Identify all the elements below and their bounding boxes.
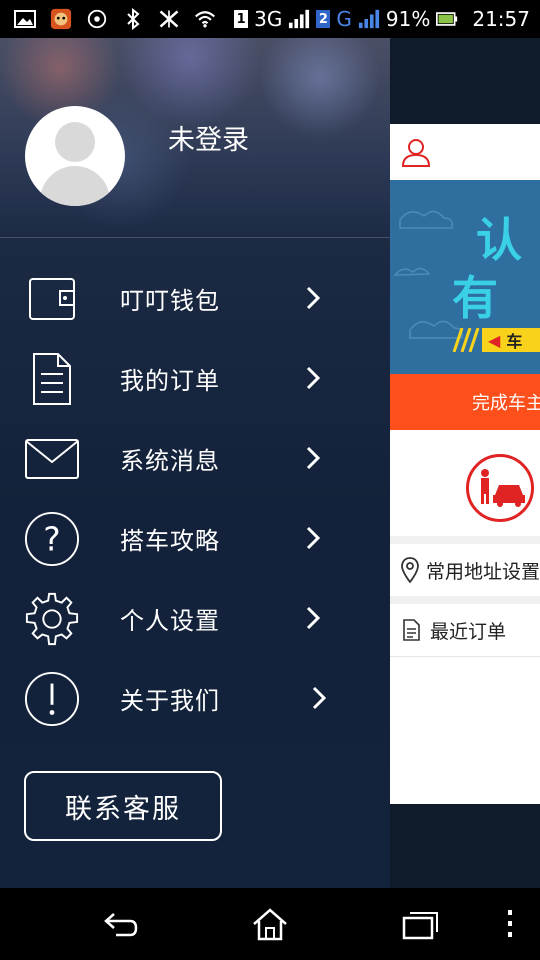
chevron-right-icon bbox=[306, 366, 321, 390]
user-icon[interactable] bbox=[400, 136, 432, 168]
info-exclamation-icon bbox=[24, 671, 80, 727]
back-icon[interactable] bbox=[100, 906, 140, 942]
menu-item-wallet[interactable]: 叮叮钱包 bbox=[0, 263, 390, 333]
battery-percent: 91% bbox=[385, 7, 431, 31]
camera-icon bbox=[86, 8, 108, 30]
help-question-icon: ? bbox=[24, 511, 80, 567]
panel-header bbox=[390, 124, 540, 180]
navigation-drawer: 未登录 叮叮钱包 我的订单 系统消息 ? 搭车攻略 个人设置 关于我们 联系客服 bbox=[0, 38, 390, 888]
signal-icon bbox=[288, 8, 310, 30]
login-status[interactable]: 未登录 bbox=[168, 118, 249, 157]
chevron-right-icon bbox=[306, 286, 321, 310]
chevron-right-icon bbox=[312, 686, 327, 710]
complete-owner-bar[interactable]: 完成车主 bbox=[390, 374, 540, 430]
bluetooth-icon bbox=[122, 8, 144, 30]
banner-strip-text: 车 bbox=[506, 332, 523, 351]
home-icon[interactable] bbox=[250, 906, 290, 942]
menu-item-about[interactable]: 关于我们 bbox=[0, 663, 390, 733]
gear-icon bbox=[24, 591, 80, 647]
divider bbox=[390, 596, 540, 604]
signal-icon bbox=[358, 8, 380, 30]
row-label: 最近订单 bbox=[430, 620, 507, 643]
menu-item-settings[interactable]: 个人设置 bbox=[0, 583, 390, 653]
menu-label: 我的订单 bbox=[120, 366, 220, 395]
avatar-head bbox=[55, 122, 95, 162]
battery-icon bbox=[436, 8, 458, 30]
network-type-1: 3G bbox=[254, 7, 283, 31]
promo-banner[interactable]: 认 有 ◀ 车 bbox=[390, 180, 540, 374]
menu-item-messages[interactable]: 系统消息 bbox=[0, 423, 390, 493]
game-icon bbox=[50, 8, 72, 30]
banner-text-1: 认 bbox=[476, 213, 522, 267]
menu-label: 搭车攻略 bbox=[120, 526, 220, 555]
location-pin-icon bbox=[401, 557, 419, 584]
sim2-badge: 2 bbox=[316, 10, 331, 28]
svg-text:?: ? bbox=[43, 521, 60, 559]
main-content-peek: 认 有 ◀ 车 完成车主 常用地址设置 最近订单 bbox=[390, 124, 540, 804]
divider bbox=[0, 237, 390, 238]
gallery-icon bbox=[14, 8, 36, 30]
document-icon bbox=[403, 619, 420, 641]
menu-label: 系统消息 bbox=[120, 446, 220, 475]
data-off-icon bbox=[158, 8, 180, 30]
wallet-icon bbox=[24, 271, 80, 327]
mail-icon bbox=[24, 431, 80, 487]
sim1-badge: 1 bbox=[234, 10, 249, 28]
chevron-right-icon bbox=[306, 606, 321, 630]
recent-apps-icon[interactable] bbox=[400, 906, 440, 942]
speaker-icon: ◀ bbox=[488, 330, 501, 350]
row-label: 常用地址设置 bbox=[425, 560, 540, 583]
chevron-right-icon bbox=[306, 526, 321, 550]
recent-orders-row[interactable]: 最近订单 bbox=[390, 604, 540, 657]
banner-strip: ◀ 车 bbox=[482, 328, 540, 352]
divider bbox=[390, 536, 540, 544]
contact-support-button[interactable]: 联系客服 bbox=[24, 771, 222, 841]
person-car-icon bbox=[481, 469, 525, 507]
avatar-body bbox=[40, 166, 110, 206]
menu-item-orders[interactable]: 我的订单 bbox=[0, 343, 390, 413]
order-document-icon bbox=[24, 351, 80, 407]
ride-circle-button[interactable] bbox=[466, 454, 534, 522]
network-type-2: G bbox=[336, 7, 352, 31]
status-bar: 1 3G 2 G 91% 21:57 bbox=[0, 0, 540, 38]
avatar[interactable] bbox=[25, 106, 125, 206]
overflow-menu-icon[interactable] bbox=[495, 906, 525, 942]
common-address-row[interactable]: 常用地址设置 bbox=[390, 544, 540, 597]
banner-text-2: 有 bbox=[452, 271, 498, 325]
menu-label: 叮叮钱包 bbox=[120, 286, 220, 315]
clock: 21:57 bbox=[472, 7, 530, 31]
menu-label: 个人设置 bbox=[120, 606, 220, 635]
system-nav-bar bbox=[0, 888, 540, 960]
wifi-icon bbox=[194, 8, 216, 30]
menu-item-guide[interactable]: ? 搭车攻略 bbox=[0, 503, 390, 573]
menu-label: 关于我们 bbox=[120, 686, 220, 715]
chevron-right-icon bbox=[306, 446, 321, 470]
